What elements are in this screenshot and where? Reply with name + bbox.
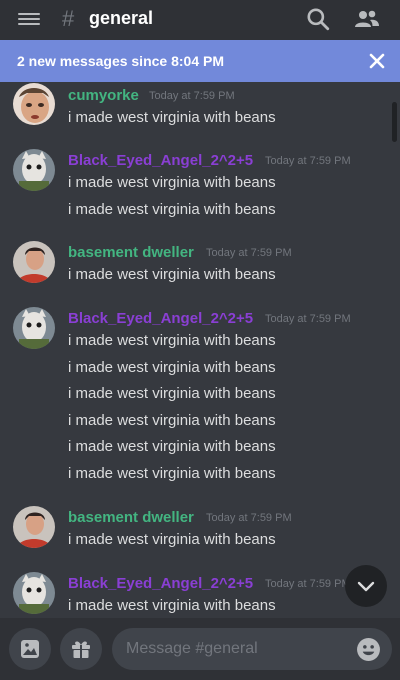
avatar[interactable] bbox=[13, 83, 55, 125]
message-text: i made west virginia with beans bbox=[68, 201, 276, 218]
message-author[interactable]: cumyorke bbox=[68, 87, 139, 104]
message-text: i made west virginia with beans bbox=[68, 412, 276, 429]
message-input[interactable] bbox=[112, 628, 392, 670]
message-timestamp: Today at 7:59 PM bbox=[265, 313, 351, 325]
new-messages-text: 2 new messages since 8:04 PM bbox=[17, 53, 224, 69]
avatar[interactable] bbox=[13, 149, 55, 191]
new-messages-banner[interactable]: 2 new messages since 8:04 PM bbox=[0, 40, 400, 82]
message-text: i made west virginia with beans bbox=[68, 266, 276, 283]
message-author[interactable]: basement dweller bbox=[68, 244, 194, 261]
avatar[interactable] bbox=[13, 506, 55, 548]
scrollbar[interactable] bbox=[392, 102, 397, 142]
message-text: i made west virginia with beans bbox=[68, 385, 276, 402]
message-composer bbox=[0, 618, 400, 680]
jump-to-bottom-button[interactable] bbox=[345, 565, 387, 607]
avatar[interactable] bbox=[13, 241, 55, 283]
channel-title: general bbox=[89, 8, 154, 28]
message-author[interactable]: Black_Eyed_Angel_2^2+5 bbox=[68, 152, 253, 169]
message-text: i made west virginia with beans bbox=[68, 438, 276, 455]
message-timestamp: Today at 7:59 PM bbox=[265, 578, 351, 590]
message-text: i made west virginia with beans bbox=[68, 597, 276, 614]
search-icon[interactable] bbox=[305, 6, 331, 32]
channel-hash-icon: # bbox=[62, 6, 75, 31]
gift-icon bbox=[72, 641, 90, 658]
message-author[interactable]: basement dweller bbox=[68, 509, 194, 526]
message-author[interactable]: Black_Eyed_Angel_2^2+5 bbox=[68, 575, 253, 592]
chevron-down-icon bbox=[357, 581, 375, 592]
close-icon[interactable] bbox=[366, 50, 388, 72]
message-text: i made west virginia with beans bbox=[68, 109, 276, 126]
message-text: i made west virginia with beans bbox=[68, 174, 276, 191]
channel-header: # general bbox=[0, 0, 400, 40]
message-timestamp: Today at 7:59 PM bbox=[149, 90, 235, 102]
image-icon bbox=[21, 640, 39, 658]
message-text: i made west virginia with beans bbox=[68, 531, 276, 548]
message-timestamp: Today at 7:59 PM bbox=[265, 155, 351, 167]
gift-button[interactable] bbox=[60, 628, 102, 670]
attach-image-button[interactable] bbox=[9, 628, 51, 670]
message-list[interactable]: cumyorke Today at 7:59 PM i made west vi… bbox=[0, 82, 400, 618]
message-text: i made west virginia with beans bbox=[68, 465, 276, 482]
emoji-icon[interactable] bbox=[356, 637, 381, 662]
avatar[interactable] bbox=[13, 307, 55, 349]
message-timestamp: Today at 7:59 PM bbox=[206, 512, 292, 524]
message-text: i made west virginia with beans bbox=[68, 359, 276, 376]
message-author[interactable]: Black_Eyed_Angel_2^2+5 bbox=[68, 310, 253, 327]
people-icon[interactable] bbox=[354, 6, 380, 32]
message-timestamp: Today at 7:59 PM bbox=[206, 247, 292, 259]
hamburger-icon[interactable] bbox=[18, 10, 40, 28]
avatar[interactable] bbox=[13, 572, 55, 614]
message-text: i made west virginia with beans bbox=[68, 332, 276, 349]
